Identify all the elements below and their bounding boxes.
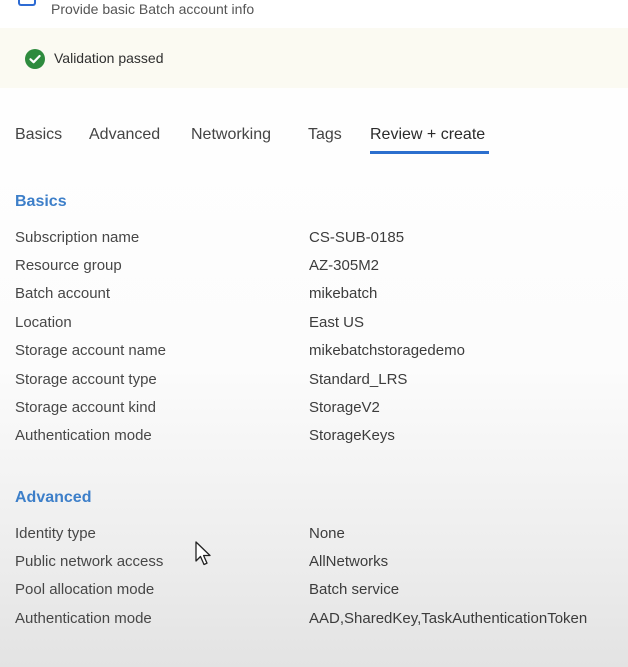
label-batch-account: Batch account — [15, 285, 111, 302]
validation-banner: Validation passed — [0, 28, 628, 88]
check-circle-icon — [25, 49, 45, 69]
tab-tags[interactable]: Tags — [308, 126, 342, 144]
value-storage-account-type: Standard_LRS — [309, 371, 408, 388]
section-title-advanced: Advanced — [15, 489, 92, 506]
value-pool-allocation-mode: Batch service — [309, 581, 400, 598]
section-title-basics: Basics — [15, 193, 67, 210]
header-subtitle: Provide basic Batch account info — [51, 1, 255, 17]
tab-advanced[interactable]: Advanced — [89, 126, 160, 144]
value-storage-account-name: mikebatchstoragedemo — [309, 342, 465, 359]
value-subscription-name: CS-SUB-0185 — [309, 229, 405, 246]
label-pool-allocation-mode: Pool allocation mode — [15, 581, 155, 598]
value-location: East US — [309, 314, 365, 331]
active-tab-indicator — [370, 151, 489, 154]
value-identity-type: None — [309, 525, 345, 542]
label-identity-type: Identity type — [15, 525, 96, 542]
label-location: Location — [15, 314, 72, 331]
label-authentication-mode-basics: Authentication mode — [15, 427, 152, 444]
tab-basics[interactable]: Basics — [15, 126, 62, 144]
value-resource-group: AZ-305M2 — [309, 257, 380, 274]
label-resource-group: Resource group — [15, 257, 122, 274]
label-public-network-access: Public network access — [15, 553, 164, 570]
batch-icon — [18, 0, 36, 6]
value-public-network-access: AllNetworks — [309, 553, 389, 570]
label-storage-account-kind: Storage account kind — [15, 399, 156, 416]
label-storage-account-type: Storage account type — [15, 371, 157, 388]
tab-review-create[interactable]: Review + create — [370, 126, 485, 144]
value-authentication-mode-advanced: AAD,SharedKey,TaskAuthenticationToken — [309, 610, 588, 627]
label-authentication-mode-advanced: Authentication mode — [15, 610, 152, 627]
value-batch-account: mikebatch — [309, 285, 378, 302]
label-subscription-name: Subscription name — [15, 229, 140, 246]
value-authentication-mode-basics: StorageKeys — [309, 427, 395, 444]
label-storage-account-name: Storage account name — [15, 342, 166, 359]
value-storage-account-kind: StorageV2 — [309, 399, 380, 416]
tab-bar: Basics Advanced Networking Tags Review +… — [0, 122, 628, 158]
page-header: Provide basic Batch account info — [0, 0, 628, 26]
validation-text: Validation passed — [54, 50, 164, 66]
tab-networking[interactable]: Networking — [191, 126, 271, 144]
mouse-pointer-icon — [195, 541, 211, 566]
